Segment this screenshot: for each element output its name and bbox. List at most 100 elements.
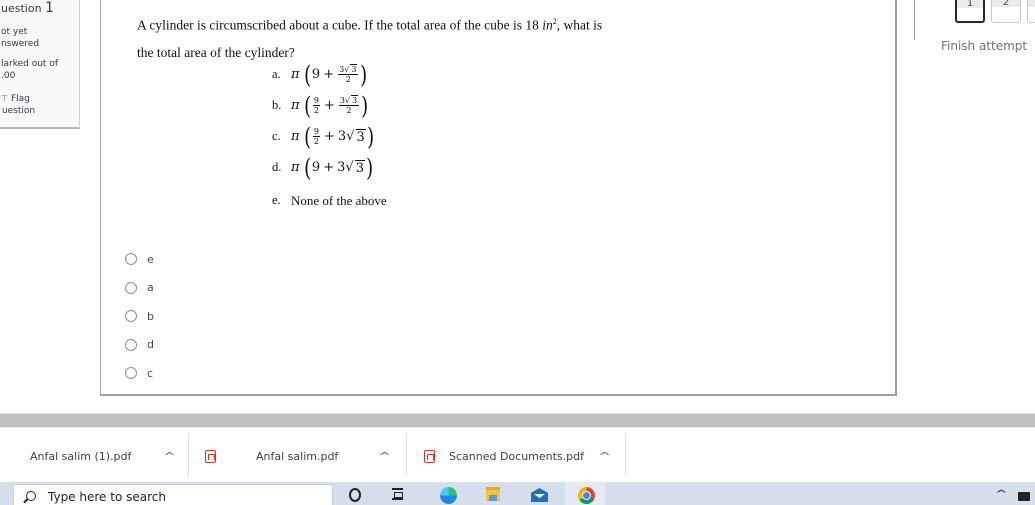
grade-line2: .00 bbox=[1, 71, 16, 81]
fraction: 9 2 bbox=[312, 127, 321, 146]
question-number: uestion 1 bbox=[1, 1, 79, 16]
math-number: 3 bbox=[337, 129, 347, 144]
taskbar-search-input[interactable] bbox=[48, 489, 298, 504]
question-grade: larked out of .00 bbox=[1, 58, 79, 82]
radicand: 3 bbox=[351, 95, 359, 105]
answer-option-c[interactable]: c bbox=[125, 359, 154, 388]
choice-expression: π ( 9 + 3 √ 3 ) bbox=[291, 156, 374, 180]
answer-label: b bbox=[147, 309, 154, 323]
tray-overflow-chevron-icon[interactable]: ^ bbox=[995, 489, 1008, 500]
download-filename: Anfal salim (1).pdf bbox=[30, 449, 132, 463]
choice-e: e. None of the above bbox=[272, 185, 387, 216]
chrome-icon[interactable] bbox=[578, 487, 595, 504]
pi-symbol: π bbox=[291, 98, 300, 113]
fraction: 3√ 3 2 bbox=[338, 95, 360, 115]
radio-button[interactable] bbox=[125, 338, 137, 351]
quiz-nav-buttons: 1 2 3 bbox=[955, 0, 1035, 23]
choice-label: b. bbox=[272, 98, 282, 112]
answer-choices-list: a. π ( 9 + 3√ 3 2 ) b. π ( 9 2 + 3√ 3 2 … bbox=[272, 59, 387, 216]
divider bbox=[406, 433, 407, 475]
fraction: 9 2 bbox=[312, 96, 321, 115]
taskbar-search[interactable] bbox=[13, 484, 333, 505]
plus-operator: + bbox=[323, 67, 335, 82]
cortana-icon[interactable] bbox=[349, 488, 361, 502]
right-paren: ) bbox=[360, 60, 368, 89]
chevron-up-icon[interactable]: ^ bbox=[378, 450, 391, 463]
chevron-up-icon[interactable]: ^ bbox=[598, 450, 611, 463]
radio-button[interactable] bbox=[125, 310, 137, 323]
download-item-1[interactable]: Anfal salim (1).pdf ^ bbox=[30, 433, 177, 479]
mail-icon[interactable] bbox=[531, 488, 548, 502]
radicand: 3 bbox=[355, 128, 366, 145]
pdf-icon bbox=[205, 449, 216, 463]
sqrt-symbol: √ bbox=[346, 129, 355, 144]
choice-d: d. π ( 9 + 3 √ 3 ) bbox=[272, 152, 387, 183]
windows-taskbar bbox=[0, 482, 1035, 505]
answer-option-a[interactable]: a bbox=[125, 274, 154, 303]
question-text-line2: the total area of the cylinder? bbox=[137, 44, 295, 60]
question-label: uestion bbox=[1, 2, 42, 15]
answer-label: a bbox=[147, 281, 154, 295]
answer-option-b[interactable]: b bbox=[125, 302, 154, 331]
download-filename: Anfal salim.pdf bbox=[256, 449, 339, 463]
choice-label: e. bbox=[272, 193, 281, 207]
denominator: 2 bbox=[313, 106, 320, 115]
chevron-up-icon[interactable]: ^ bbox=[164, 450, 177, 463]
flag-question-button[interactable]: ⊤ Flag uestion bbox=[1, 93, 79, 117]
radio-button[interactable] bbox=[125, 281, 137, 294]
numerator: 3√ 3 bbox=[338, 95, 360, 106]
nav-button-number: 1 bbox=[966, 0, 974, 9]
divider bbox=[188, 433, 189, 475]
radio-button[interactable] bbox=[125, 253, 137, 266]
network-icon[interactable] bbox=[1018, 492, 1030, 501]
choice-label: d. bbox=[272, 160, 282, 174]
question-text-part1: A cylinder is circumscribed about a cube… bbox=[137, 17, 543, 33]
question-state: ot yet nswered bbox=[1, 26, 79, 50]
sqrt-symbol: √ bbox=[345, 160, 354, 175]
divider bbox=[625, 433, 626, 475]
plus-operator: + bbox=[324, 129, 335, 144]
quiz-navigation: 1 2 3 bbox=[914, 0, 1035, 40]
edge-icon[interactable] bbox=[440, 487, 457, 504]
question-unit: in bbox=[542, 17, 553, 33]
downloads-bar: Anfal salim (1).pdf ^ Anfal salim.pdf ^ … bbox=[0, 429, 1035, 482]
radio-button[interactable] bbox=[125, 367, 137, 380]
right-paren: ) bbox=[366, 122, 374, 151]
radicand: 3 bbox=[350, 64, 358, 74]
download-item-2[interactable]: Anfal salim.pdf ^ bbox=[205, 433, 391, 479]
state-line2: nswered bbox=[1, 39, 40, 49]
numerator: 9 bbox=[312, 96, 321, 106]
file-explorer-icon[interactable] bbox=[486, 487, 500, 501]
finish-attempt-link[interactable]: Finish attempt bbox=[941, 39, 1027, 53]
answer-option-d[interactable]: d bbox=[125, 331, 154, 360]
denominator: 2 bbox=[345, 75, 351, 84]
choice-label: c. bbox=[272, 129, 281, 143]
quiz-nav-button-1[interactable]: 1 bbox=[955, 0, 985, 23]
choice-label: a. bbox=[272, 67, 281, 81]
left-paren: ( bbox=[303, 91, 311, 120]
search-icon bbox=[26, 490, 36, 501]
task-view-icon[interactable] bbox=[392, 488, 403, 500]
state-line1: ot yet bbox=[1, 27, 28, 37]
quiz-nav-button-3[interactable]: 3 bbox=[1027, 0, 1035, 23]
choice-expression: π ( 9 + 3√ 3 2 ) bbox=[291, 63, 369, 87]
plus-operator: + bbox=[324, 98, 335, 113]
nav-button-number: 2 bbox=[1002, 0, 1010, 8]
pi-symbol: π bbox=[291, 129, 300, 144]
grade-line1: larked out of bbox=[1, 59, 58, 69]
quiz-nav-button-2[interactable]: 2 bbox=[991, 0, 1021, 23]
question-number-value: 1 bbox=[45, 0, 54, 16]
left-paren: ( bbox=[303, 122, 311, 151]
download-item-3[interactable]: Scanned Documents.pdf ^ bbox=[424, 433, 611, 479]
question-content: A cylinder is circumscribed about a cube… bbox=[100, 0, 897, 396]
choice-expression: π ( 9 2 + 3√ 3 2 ) bbox=[291, 94, 370, 118]
right-paren: ) bbox=[361, 91, 369, 120]
choice-c: c. π ( 9 2 + 3 √ 3 ) bbox=[272, 121, 387, 152]
sqrt-symbol: √ bbox=[345, 96, 351, 105]
horizontal-scrollbar[interactable] bbox=[0, 413, 1035, 428]
pi-symbol: π bbox=[291, 67, 300, 82]
left-paren: ( bbox=[303, 60, 311, 89]
answer-option-e[interactable]: e bbox=[125, 245, 154, 274]
answer-label: e bbox=[147, 252, 154, 266]
left-paren: ( bbox=[303, 153, 311, 182]
